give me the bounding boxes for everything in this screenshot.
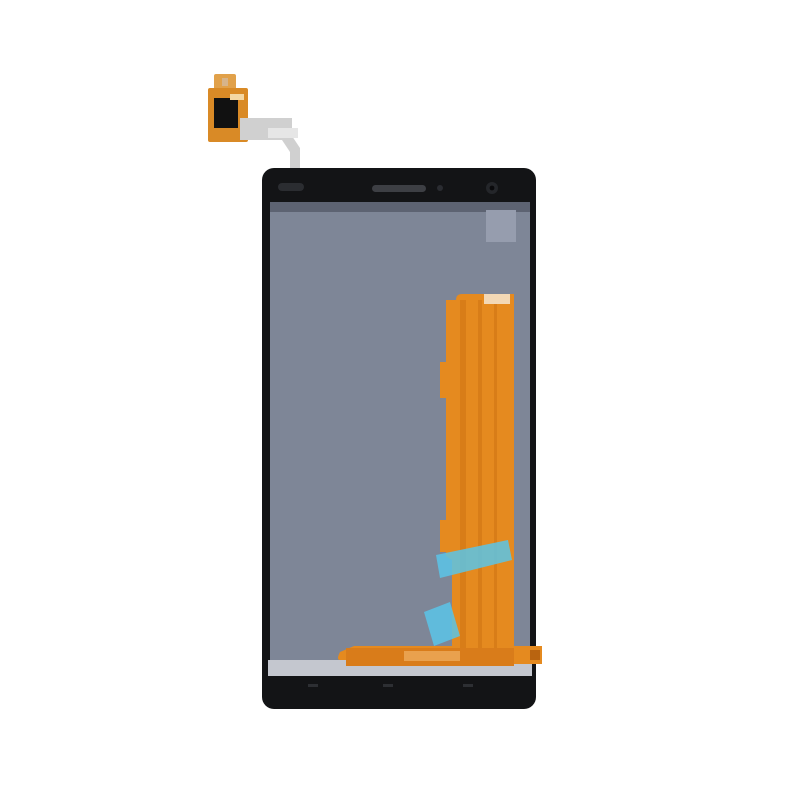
speaker-slot-icon bbox=[372, 185, 426, 192]
nav-button-right bbox=[463, 684, 473, 687]
flex-side-tab-lower bbox=[440, 520, 454, 552]
lcd-assembly-illustration bbox=[208, 74, 542, 709]
nav-button-left bbox=[308, 684, 318, 687]
panel-label-sticker bbox=[486, 210, 516, 242]
product-photo bbox=[0, 0, 800, 800]
sensor-dot-icon bbox=[437, 185, 443, 191]
top-flex-cable bbox=[208, 74, 300, 176]
flex-ribbon bbox=[240, 118, 300, 176]
nav-button-center bbox=[383, 684, 393, 687]
touch-ic-chip bbox=[214, 98, 238, 128]
flex-side-tab bbox=[440, 362, 454, 398]
sensor-icon bbox=[278, 183, 304, 191]
